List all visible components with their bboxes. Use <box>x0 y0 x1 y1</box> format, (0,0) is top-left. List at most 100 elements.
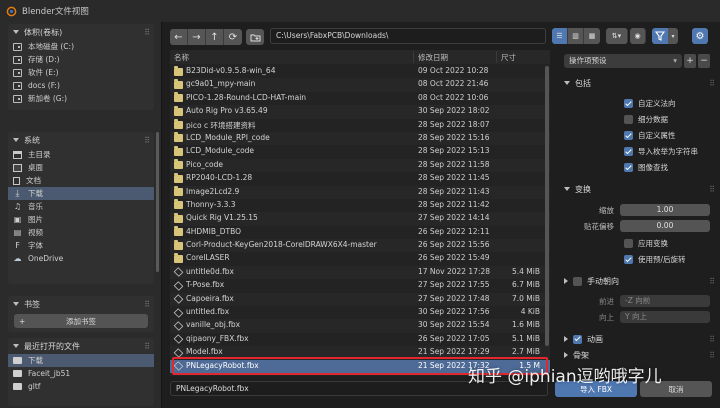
file-row[interactable]: B23Did-v0.9.5.8-win_64 09 Oct 2022 10:28 <box>170 65 550 78</box>
checkbox[interactable] <box>573 334 582 344</box>
forward-button[interactable]: → <box>188 29 206 45</box>
name-column-header[interactable]: 名称 <box>174 52 189 63</box>
file-row[interactable]: LCD_Module_code 28 Sep 2022 15:13 <box>170 145 550 158</box>
sort-button[interactable]: ⇅▾ <box>606 28 628 44</box>
system-item-downloads[interactable]: ⤓ 下载 <box>8 187 154 200</box>
file-row[interactable]: Image2Lcd2.9 28 Sep 2022 11:43 <box>170 185 550 199</box>
option-custom-properties[interactable]: 自定义属性 <box>624 130 676 141</box>
new-folder-button[interactable] <box>246 29 264 45</box>
file-row[interactable]: Auto Rig Pro v3.65.49 30 Sep 2022 18:02 <box>170 105 550 119</box>
scale-field[interactable]: 1.00 <box>620 204 710 216</box>
drag-grip-icon[interactable]: ⠿ <box>709 335 715 344</box>
volume-c[interactable]: 本地磁盘 (C:) <box>8 40 154 53</box>
system-item-videos[interactable]: ▤ 视频 <box>8 226 154 239</box>
option-use-pre-post-rotation[interactable]: 使用预/后旋转 <box>624 254 686 265</box>
drag-grip-icon[interactable]: ⠿ <box>709 277 715 286</box>
directory-path-input[interactable]: C:\Users\FabxPCB\Downloads\ <box>270 28 546 44</box>
drag-grip-icon[interactable]: ⠿ <box>709 351 715 360</box>
transform-section-header[interactable]: 变换 ⠿ <box>564 182 715 196</box>
file-row[interactable]: Corl-Product-KeyGen2018-CorelDRAWX6X4-ma… <box>170 239 550 253</box>
animation-section-header[interactable]: 动画 ⠿ <box>564 332 715 346</box>
system-item-onedrive[interactable]: ☁ OneDrive <box>8 252 154 265</box>
date-column-header[interactable]: 修改日期 <box>418 52 448 63</box>
file-row[interactable]: qipaony_FBX.fbx 26 Sep 2022 17:05 5.1 MiB <box>170 333 550 346</box>
file-row[interactable]: T-Pose.fbx 27 Sep 2022 17:55 6.7 MiB <box>170 279 550 292</box>
option-subdivision-data[interactable]: 细分数据 <box>624 114 668 125</box>
show-hidden-button[interactable]: ◉ <box>630 28 646 44</box>
drag-grip-icon[interactable]: ⠿ <box>144 28 150 37</box>
thumbnail-view-button[interactable]: ▦ <box>584 28 600 44</box>
back-button[interactable]: ← <box>170 29 188 45</box>
option-custom-normals[interactable]: 自定义法向 <box>624 98 676 109</box>
file-row[interactable]: CorelLASER 26 Sep 2022 15:49 <box>170 252 550 265</box>
horizontal-list-view-button[interactable]: ▥ <box>568 28 584 44</box>
volumes-header[interactable]: 体积(卷标) ⠿ <box>8 24 154 40</box>
add-bookmark-button[interactable]: + 添加书签 <box>14 314 148 328</box>
option-apply-transform[interactable]: 应用变换 <box>624 238 668 249</box>
volume-e[interactable]: 软件 (E:) <box>8 66 154 79</box>
checkbox[interactable] <box>624 147 633 156</box>
checkbox[interactable] <box>624 255 633 264</box>
recent-item-gltf[interactable]: gltf <box>8 380 154 393</box>
checkbox[interactable] <box>624 163 633 172</box>
column-divider[interactable] <box>496 51 497 63</box>
up-axis-select[interactable]: Y 向上 <box>620 311 710 323</box>
volume-g[interactable]: 新加卷 (G:) <box>8 92 154 105</box>
remove-preset-button[interactable]: − <box>698 54 710 68</box>
refresh-button[interactable]: ⟳ <box>224 29 242 45</box>
drag-grip-icon[interactable]: ⠿ <box>144 300 150 309</box>
recent-item-faceit[interactable]: Faceit_jb51 <box>8 367 154 380</box>
drag-grip-icon[interactable]: ⠿ <box>144 342 150 351</box>
system-header[interactable]: 系统 ⠿ <box>8 132 154 148</box>
column-divider[interactable] <box>413 51 414 63</box>
manual-orientation-section-header[interactable]: 手动朝向 ⠿ <box>564 274 715 288</box>
checkbox[interactable] <box>624 115 633 124</box>
vertical-list-view-button[interactable]: ☰ <box>552 28 568 44</box>
system-item-fonts[interactable]: F 字体 <box>8 239 154 252</box>
file-row[interactable]: LCD_Module_RPI_code 28 Sep 2022 15:16 <box>170 131 550 146</box>
drag-grip-icon[interactable]: ⠿ <box>144 136 150 145</box>
include-section-header[interactable]: 包括 ⠿ <box>564 76 715 90</box>
filter-toggle-button[interactable] <box>652 28 668 44</box>
system-item-documents[interactable]: 文档 <box>8 174 154 187</box>
file-list-scrollbar[interactable] <box>545 66 549 346</box>
settings-button[interactable]: ⚙ <box>692 28 708 44</box>
option-image-search[interactable]: 图像查找 <box>624 162 668 173</box>
recent-header[interactable]: 最近打开的文件 ⠿ <box>8 338 154 354</box>
bookmarks-header[interactable]: 书签 ⠿ <box>8 296 154 312</box>
system-item-pictures[interactable]: ▣ 图片 <box>8 213 154 226</box>
armature-section-header[interactable]: 骨架 ⠿ <box>564 348 715 362</box>
checkbox[interactable] <box>624 131 633 140</box>
filter-dropdown-button[interactable]: ▾ <box>668 28 678 44</box>
file-row[interactable]: Capoeira.fbx 27 Sep 2022 17:48 7.0 MiB <box>170 292 550 307</box>
parent-directory-button[interactable]: ↑ <box>206 29 224 45</box>
drag-grip-icon[interactable]: ⠿ <box>709 185 715 194</box>
forward-axis-select[interactable]: -Z 向前 <box>620 295 710 307</box>
checkbox[interactable] <box>624 239 633 248</box>
file-row[interactable]: 4HDMIB_DTBO 26 Sep 2022 12:11 <box>170 226 550 239</box>
system-item-music[interactable]: ♫ 音乐 <box>8 200 154 213</box>
file-row[interactable]: Thonny-3.3.3 28 Sep 2022 11:42 <box>170 199 550 212</box>
recent-item-downloads[interactable]: 下载 <box>8 354 154 367</box>
file-row[interactable]: Pico_code 28 Sep 2022 11:58 <box>170 158 550 173</box>
volume-f[interactable]: docs (F:) <box>8 79 154 92</box>
decal-offset-field[interactable]: 0.00 <box>620 220 710 232</box>
file-row[interactable]: gc9a01_mpy-main 08 Oct 2022 21:46 <box>170 78 550 92</box>
operator-preset-select[interactable]: 操作项预设 <box>564 54 682 68</box>
system-item-desktop[interactable]: 桌面 <box>8 161 154 174</box>
file-row[interactable]: vanille_obj.fbx 30 Sep 2022 15:54 1.6 MiB <box>170 319 550 333</box>
file-row[interactable]: RP2040-LCD-1.28 28 Sep 2022 11:45 <box>170 172 550 185</box>
file-row[interactable]: Quick Rig V1.25.15 27 Sep 2022 14:14 <box>170 212 550 226</box>
add-preset-button[interactable]: + <box>684 54 696 68</box>
file-row[interactable]: PICO-1.28-Round-LCD-HAT-main 08 Oct 2022 … <box>170 92 550 105</box>
drag-grip-icon[interactable]: ⠿ <box>709 79 715 88</box>
sidebar-scrollbar[interactable] <box>156 132 159 272</box>
option-import-enums-as-strings[interactable]: 导入枚举为字符串 <box>624 146 698 157</box>
file-row[interactable]: untitled.fbx 30 Sep 2022 17:56 4 KiB <box>170 306 550 319</box>
size-column-header[interactable]: 尺寸 <box>501 52 516 63</box>
checkbox[interactable] <box>573 276 582 286</box>
file-row[interactable]: untitle0d.fbx 17 Nov 2022 17:28 5.4 MiB <box>170 265 550 280</box>
system-item-home[interactable]: 主目录 <box>8 148 154 161</box>
file-row[interactable]: pico c 环境搭建资料 28 Sep 2022 18:07 <box>170 119 550 132</box>
checkbox[interactable] <box>624 99 633 108</box>
